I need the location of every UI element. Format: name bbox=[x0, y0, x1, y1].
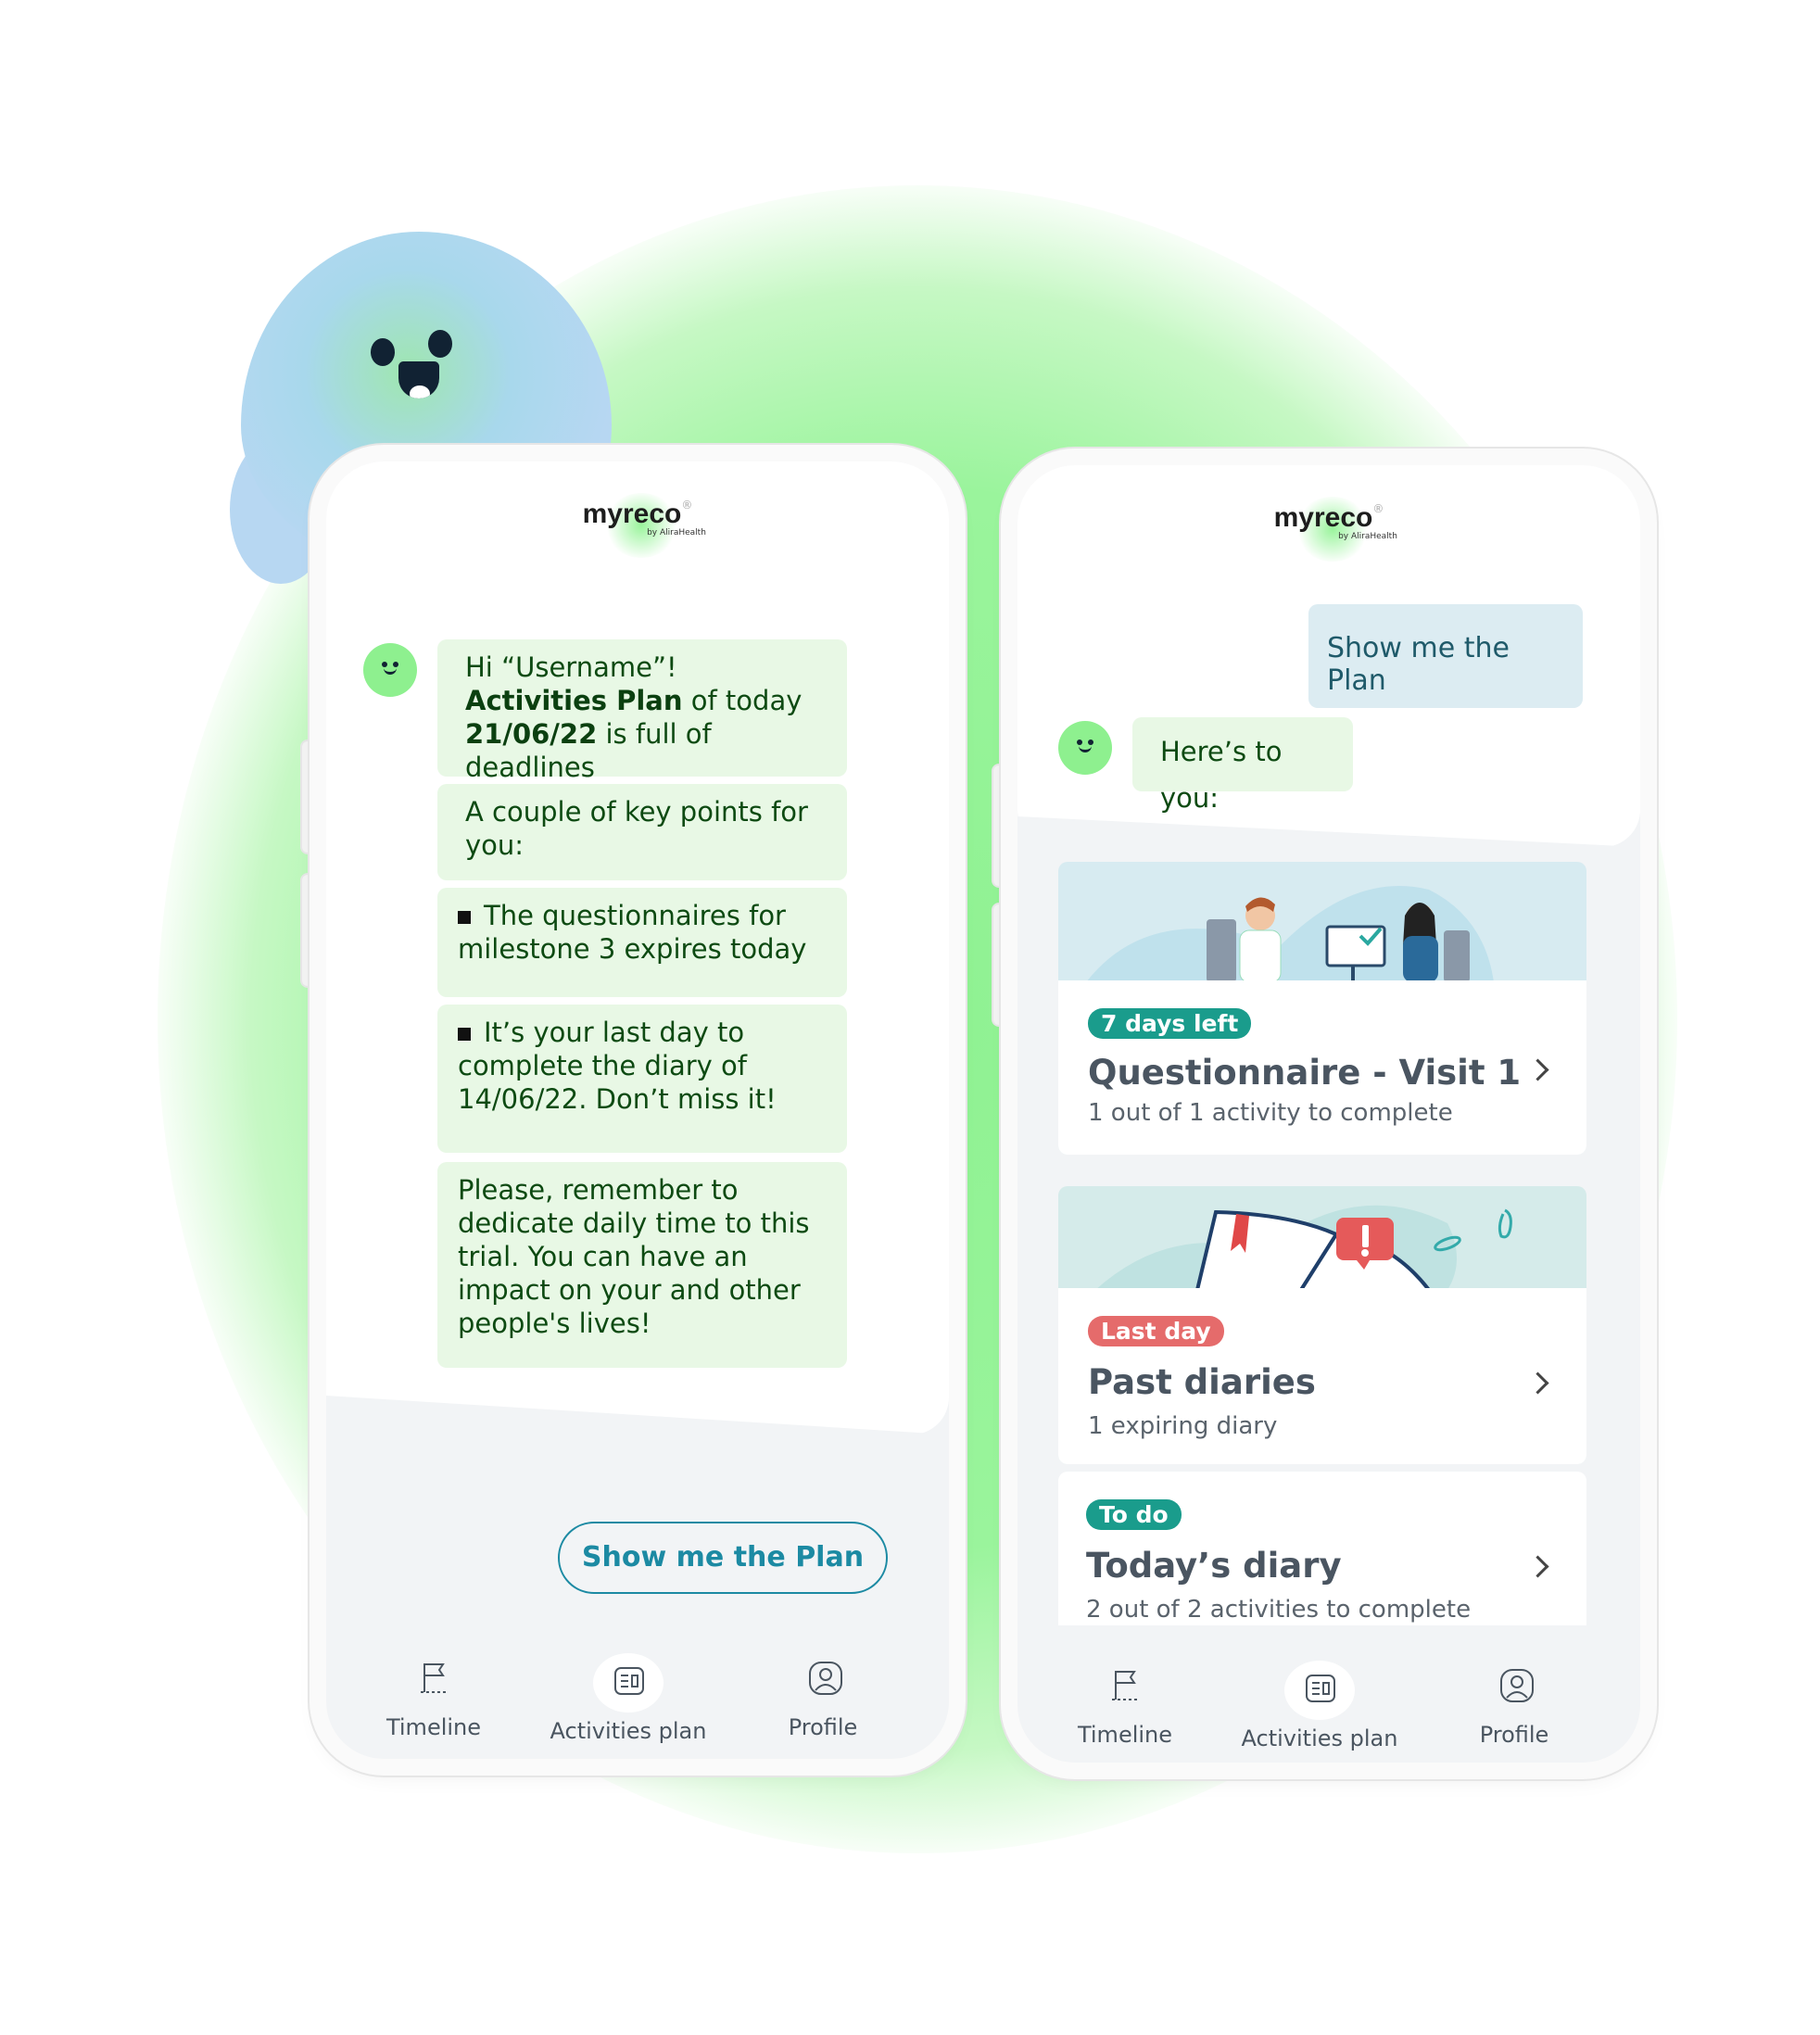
card-subtitle: 2 out of 2 activities to complete bbox=[1086, 1596, 1472, 1624]
phone-side-button bbox=[993, 904, 1010, 1025]
greeting-text: Hi “Username”! bbox=[465, 651, 677, 683]
card-title: Questionnaire - Visit 1 bbox=[1088, 1053, 1522, 1093]
app-logo: myreco® by AliraHealth bbox=[1017, 497, 1640, 562]
activity-card-todays-diary[interactable]: To do Today’s diary 2 out of 2 activitie… bbox=[1058, 1472, 1586, 1625]
nav-label-timeline: Timeline bbox=[1077, 1722, 1173, 1748]
logo-registered: ® bbox=[1372, 502, 1384, 515]
nav-label-profile: Profile bbox=[1479, 1722, 1549, 1748]
chat-sheet: myreco® by AliraHealth Hi “Username”! Ac… bbox=[326, 461, 949, 1435]
mascot-right-eye bbox=[428, 330, 452, 358]
logo-registered: ® bbox=[681, 499, 693, 512]
flag-icon bbox=[1099, 1661, 1151, 1709]
bot-message: A couple of key points for you: bbox=[437, 784, 847, 880]
nav-label-activities-plan: Activities plan bbox=[550, 1718, 707, 1744]
status-badge: 7 days left bbox=[1088, 1008, 1252, 1039]
activity-card-past-diaries[interactable]: Last day Past diaries 1 expiring diary bbox=[1058, 1186, 1586, 1464]
app-logo: myreco® by AliraHealth bbox=[326, 493, 949, 558]
status-badge: To do bbox=[1086, 1499, 1182, 1530]
right-phone: myreco® by AliraHealth Show me the Plan … bbox=[1017, 465, 1640, 1763]
card-title: Past diaries bbox=[1088, 1362, 1316, 1402]
diary-illustration bbox=[1095, 1205, 1512, 1290]
profile-icon bbox=[797, 1653, 849, 1701]
nav-item-activities-plan[interactable]: Activities plan bbox=[1227, 1661, 1412, 1751]
logo-text: myreco bbox=[582, 499, 682, 529]
bot-message: Please, remember to dedicate daily time … bbox=[437, 1162, 847, 1368]
card-subtitle: 1 expiring diary bbox=[1088, 1412, 1278, 1440]
activity-card-questionnaire[interactable]: 7 days left Questionnaire - Visit 1 1 ou… bbox=[1058, 862, 1586, 1155]
bot-message-bullet: It’s your last day to complete the diary… bbox=[437, 1005, 847, 1153]
nav-item-activities-plan[interactable]: Activities plan bbox=[536, 1653, 721, 1744]
doctor-patient-illustration bbox=[1086, 886, 1494, 982]
card-body: 7 days left Questionnaire - Visit 1 1 ou… bbox=[1058, 980, 1586, 1155]
chevron-right-icon bbox=[1526, 1555, 1549, 1578]
bullet-text: The questionnaires for milestone 3 expir… bbox=[458, 900, 807, 965]
logo-byline: by AliraHealth bbox=[1338, 532, 1397, 541]
left-phone: myreco® by AliraHealth Hi “Username”! Ac… bbox=[326, 461, 949, 1759]
phone-side-button bbox=[993, 765, 1010, 886]
chat-sheet: myreco® by AliraHealth Show me the Plan … bbox=[1017, 465, 1640, 847]
plan-icon bbox=[593, 1653, 664, 1713]
bullet-icon bbox=[458, 1028, 471, 1041]
logo-byline: by AliraHealth bbox=[647, 528, 706, 537]
user-message: Show me the Plan bbox=[1308, 604, 1583, 708]
bot-message: Here’s to you: bbox=[1132, 717, 1353, 814]
nav-label-activities-plan: Activities plan bbox=[1241, 1725, 1398, 1751]
greeting-highlight: Activities Plan bbox=[465, 685, 683, 716]
card-subtitle: 1 out of 1 activity to complete bbox=[1088, 1099, 1453, 1127]
greeting-date: 21/06/22 bbox=[465, 718, 598, 750]
chevron-right-icon bbox=[1526, 1371, 1549, 1395]
nav-item-profile[interactable]: Profile bbox=[730, 1653, 916, 1740]
phone-side-button bbox=[302, 875, 319, 986]
nav-label-profile: Profile bbox=[788, 1714, 858, 1740]
mascot-left-eye bbox=[371, 338, 395, 366]
phone-side-button bbox=[302, 741, 319, 853]
card-title: Today’s diary bbox=[1086, 1546, 1342, 1586]
flag-icon bbox=[408, 1653, 460, 1701]
bullet-text: It’s your last day to complete the diary… bbox=[458, 1017, 777, 1115]
bot-avatar bbox=[1058, 721, 1112, 775]
bullet-icon bbox=[458, 911, 471, 924]
bottom-nav: Timeline Activities plan Profile bbox=[326, 1620, 949, 1759]
show-plan-button[interactable]: Show me the Plan bbox=[558, 1522, 888, 1594]
bot-message-bullet: The questionnaires for milestone 3 expir… bbox=[437, 888, 847, 997]
bottom-nav: Timeline Activities plan Profile bbox=[1017, 1627, 1640, 1763]
nav-item-timeline[interactable]: Timeline bbox=[1032, 1661, 1218, 1748]
nav-item-timeline[interactable]: Timeline bbox=[341, 1653, 526, 1740]
bot-avatar bbox=[363, 643, 417, 697]
nav-label-timeline: Timeline bbox=[385, 1714, 482, 1740]
bot-message-greeting: Hi “Username”! Activities Plan of today … bbox=[437, 639, 847, 783]
card-body: Last day Past diaries 1 expiring diary bbox=[1058, 1288, 1586, 1464]
status-badge: Last day bbox=[1088, 1316, 1224, 1346]
chevron-right-icon bbox=[1526, 1058, 1549, 1081]
logo-text: myreco bbox=[1273, 502, 1373, 533]
nav-item-profile[interactable]: Profile bbox=[1422, 1661, 1607, 1748]
greeting-text: of today bbox=[682, 685, 803, 716]
profile-icon bbox=[1488, 1661, 1540, 1709]
plan-icon bbox=[1284, 1661, 1355, 1720]
